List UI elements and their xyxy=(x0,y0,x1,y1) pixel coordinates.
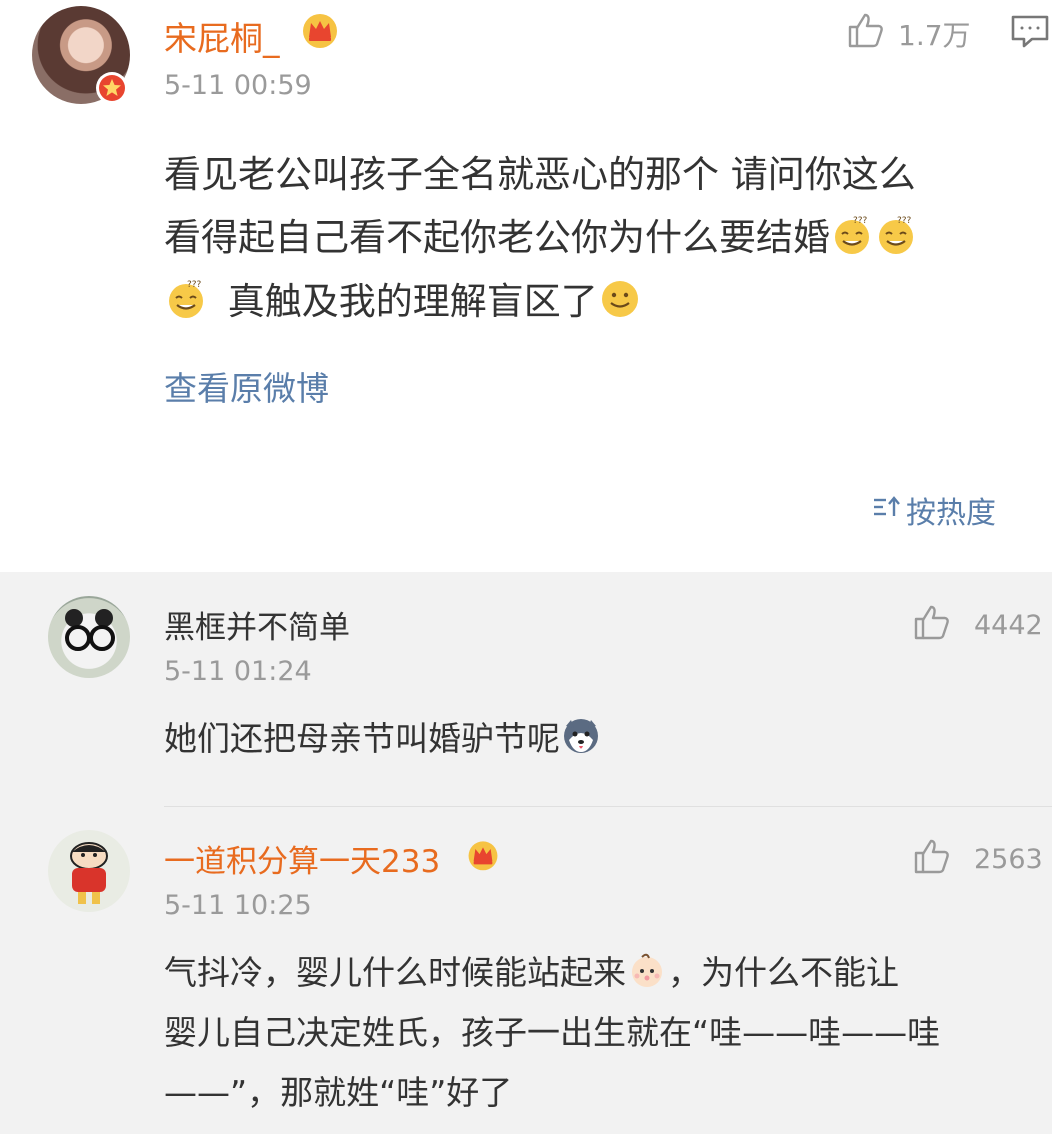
post-timestamp: 5-11 00:59 xyxy=(164,70,312,101)
user-avatar[interactable] xyxy=(48,830,130,912)
post-like-count: 1.7万 xyxy=(898,18,971,52)
crown-icon xyxy=(300,10,340,54)
thumbs-up-icon xyxy=(912,602,952,649)
sort-toggle[interactable]: 按热度 xyxy=(872,488,996,532)
post-content-line: 看得起自己看不起你老公你为什么要结婚?????? xyxy=(164,207,918,265)
vip-badge-icon xyxy=(96,72,128,104)
comment-icon[interactable] xyxy=(1010,14,1050,54)
post-username[interactable]: 宋屁桐_ xyxy=(164,12,280,60)
svg-text:???: ??? xyxy=(187,280,202,290)
reply-timestamp: 5-11 10:25 xyxy=(164,890,312,921)
reply-timestamp: 5-11 01:24 xyxy=(164,656,312,687)
reply-username[interactable]: 一道积分算一天233 xyxy=(164,836,440,881)
main-comment: 宋屁桐_ 5-11 00:59 1.7万 看见老公叫孩子全名就恶心的那个 请问你… xyxy=(0,0,1052,572)
sweat-smile-emoji: ??? xyxy=(875,214,917,265)
reply-like-count: 2563 xyxy=(974,844,1043,875)
sweat-smile-emoji: ??? xyxy=(831,214,873,265)
reply-content-line: 气抖冷，婴儿什么时候能站起来 ，为什么不能让 xyxy=(164,946,899,998)
thumbs-up-icon xyxy=(912,836,952,883)
reply-like-button[interactable]: 4442 xyxy=(912,602,1043,649)
reply-content-line: 她们还把母亲节叫婚驴节呢 xyxy=(164,712,602,764)
reply-list: 黑框并不简单 5-11 01:24 4442 她们还把母亲节叫婚驴节呢 一道积分… xyxy=(0,572,1052,1134)
svg-text:???: ??? xyxy=(897,216,912,226)
reply-like-count: 4442 xyxy=(974,610,1043,641)
sweat-smile-emoji: ??? xyxy=(165,278,207,329)
sort-label: 按热度 xyxy=(906,496,996,531)
post-like-button[interactable]: 1.7万 xyxy=(846,10,971,57)
svg-text:???: ??? xyxy=(853,216,868,226)
reply-divider xyxy=(164,806,1052,807)
thumbs-up-icon xyxy=(846,10,886,57)
post-content-line: 看见老公叫孩子全名就恶心的那个 请问你这么 xyxy=(164,153,916,196)
reply-content-line: 婴儿自己决定姓氏，孩子一出生就在“哇——哇——哇 xyxy=(164,1013,941,1052)
baby-emoji xyxy=(627,950,667,998)
post-content-line: ??? 真触及我的理解盲区了 xyxy=(164,271,642,329)
husky-emoji xyxy=(561,716,601,764)
smile-emoji xyxy=(599,278,641,329)
crown-icon xyxy=(466,838,500,876)
reply-like-button[interactable]: 2563 xyxy=(912,836,1043,883)
view-original-link[interactable]: 查看原微博 xyxy=(164,362,329,410)
user-avatar[interactable] xyxy=(48,596,130,678)
reply-username[interactable]: 黑框并不简单 xyxy=(164,602,350,647)
sort-icon xyxy=(872,493,902,528)
reply-content-line: ——”，那就姓“哇”好了 xyxy=(164,1073,513,1112)
